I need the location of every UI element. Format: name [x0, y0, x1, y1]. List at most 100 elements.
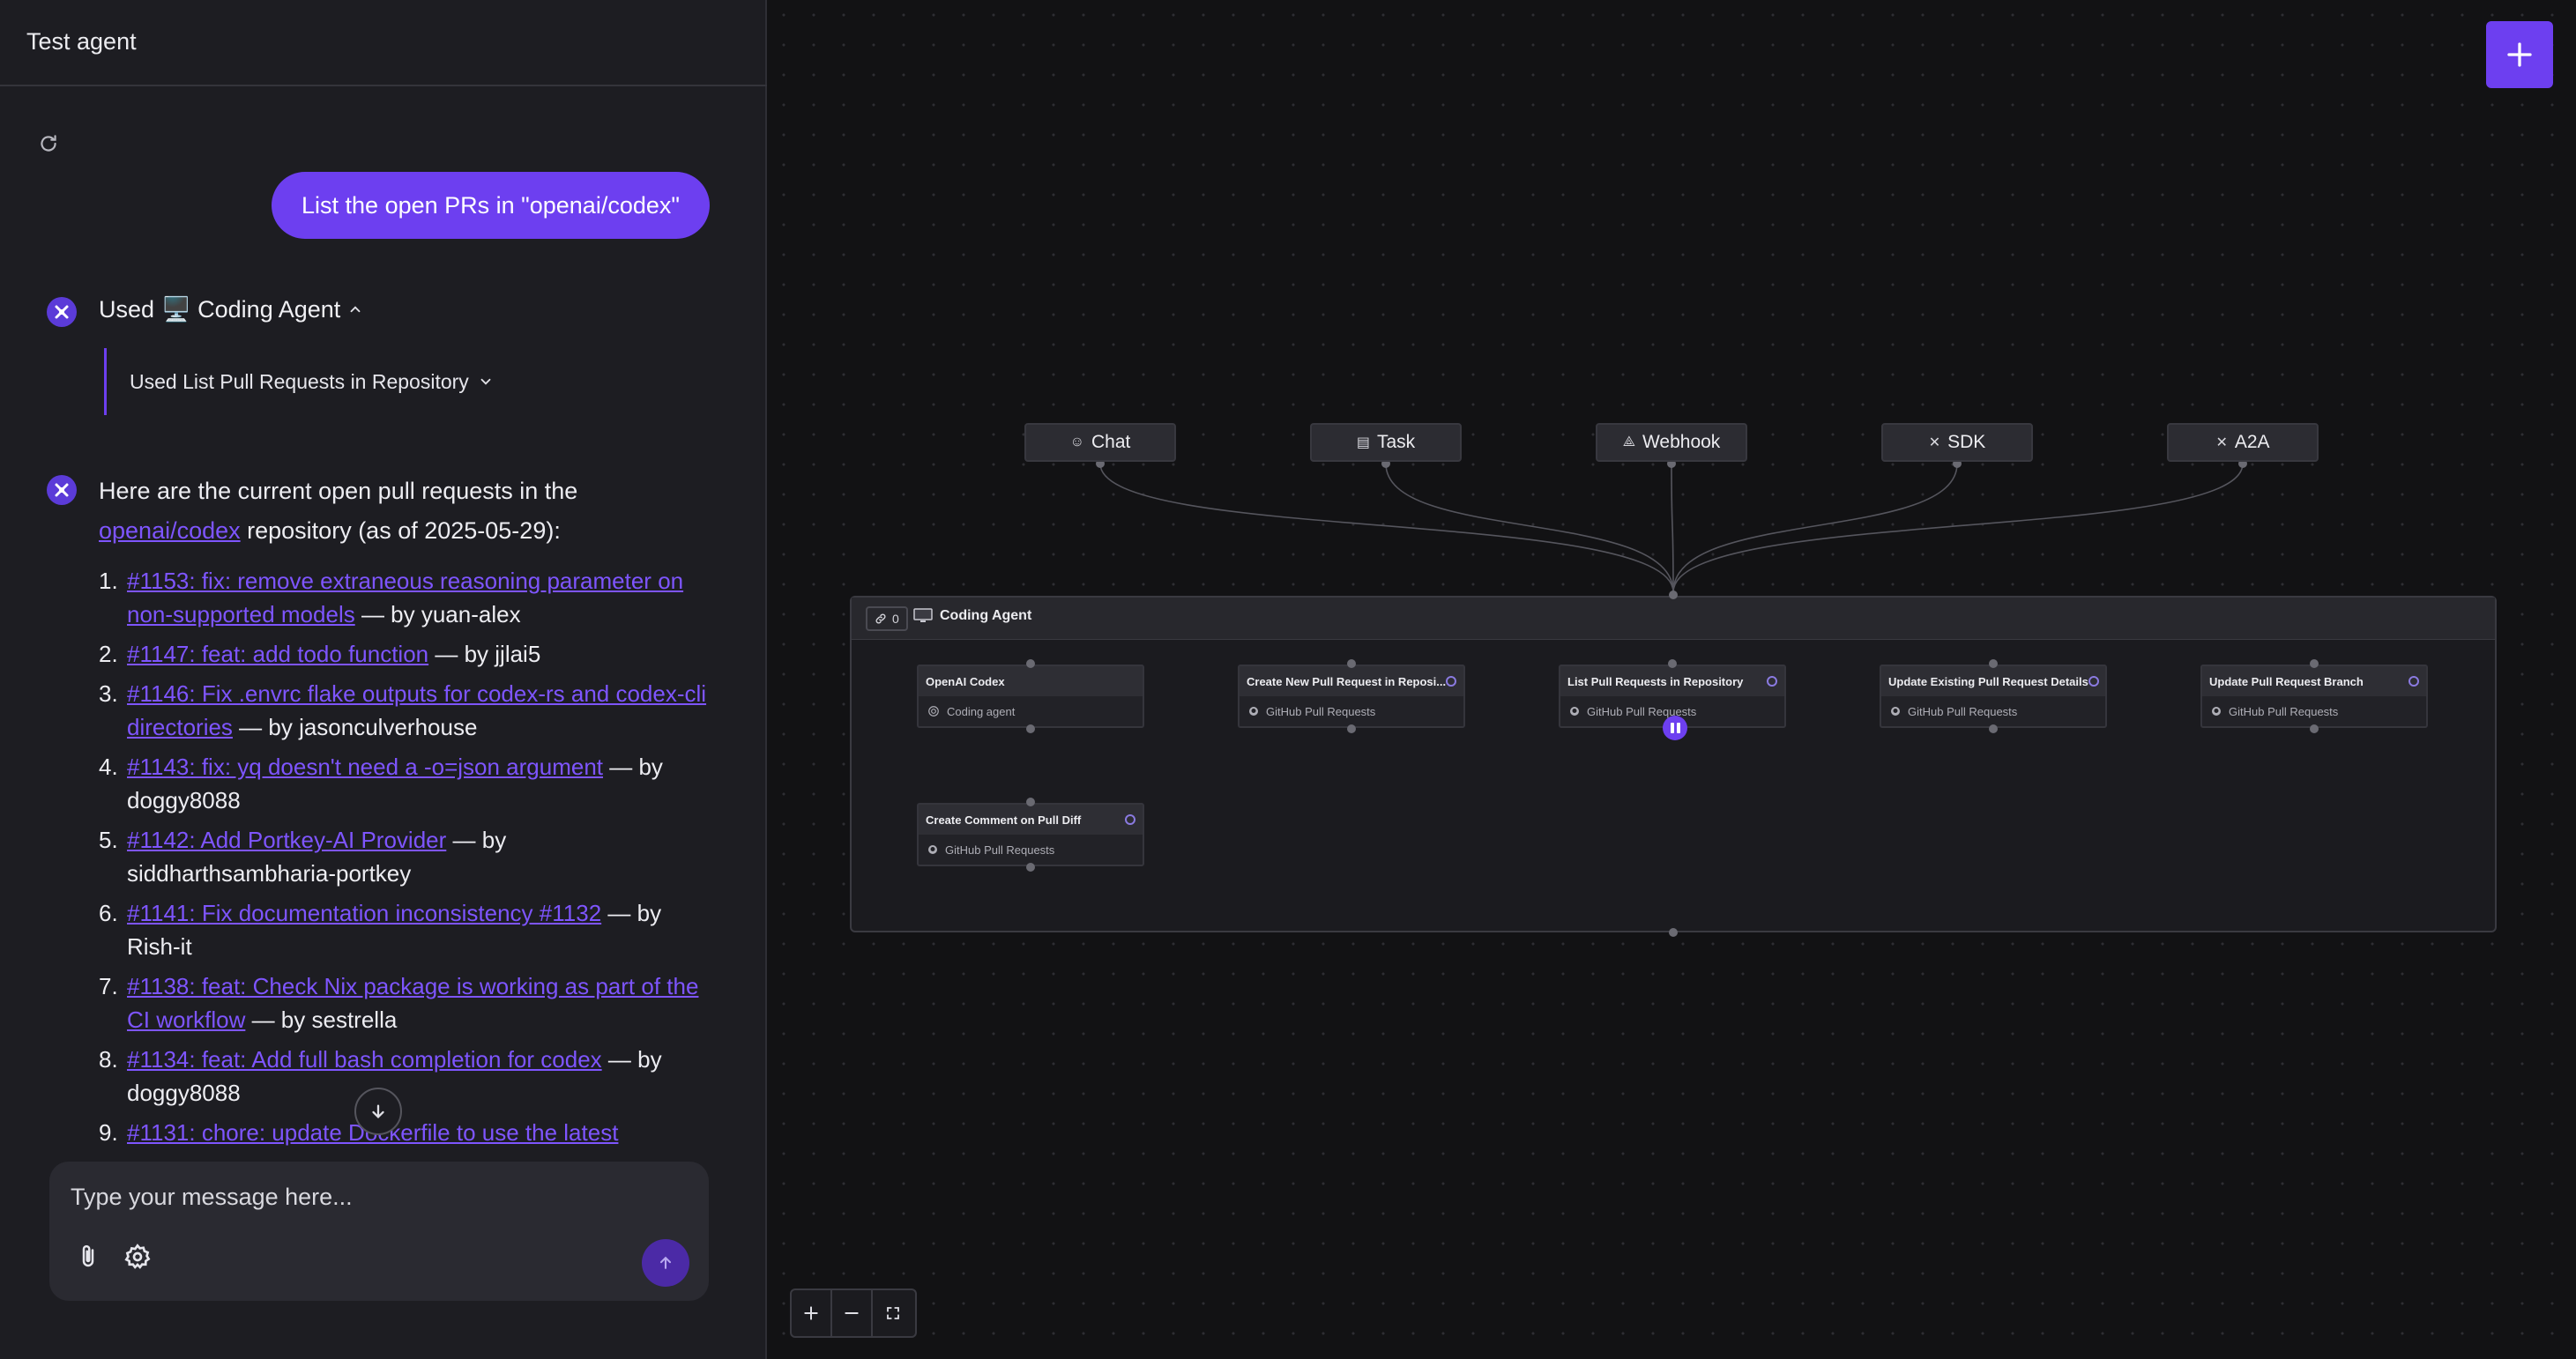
assistant-avatar-icon: [47, 475, 77, 505]
repo-link[interactable]: openai/codex: [99, 517, 241, 544]
trigger-a2a[interactable]: ✕ A2A: [2167, 423, 2319, 462]
tool-output-handle[interactable]: [1026, 863, 1035, 872]
workflow-canvas[interactable]: ☺ Chat ▤ Task ⟁ Webhook ✕ SDK ✕ A2A 0 Coding Agen…: [769, 0, 2576, 1359]
agent-node-title: Coding Agent: [913, 608, 1031, 624]
tool-node-title: OpenAI Codex: [926, 674, 1005, 688]
zoom-in-button[interactable]: [792, 1290, 832, 1336]
tool-node-header: Create Comment on Pull Diff: [919, 805, 1143, 835]
tool-node-title: Update Pull Request Branch: [2209, 674, 2364, 688]
sub-tool-usage-toggle[interactable]: Used List Pull Requests in Repository: [104, 348, 494, 415]
pull-request-link[interactable]: #1142: Add Portkey-AI Provider: [127, 827, 446, 853]
pull-request-link[interactable]: #1138: feat: Check Nix package is workin…: [127, 973, 698, 1033]
tool-node[interactable]: Create New Pull Request in Reposi... GitH…: [1238, 665, 1465, 728]
send-button[interactable]: [642, 1239, 689, 1287]
tool-output-handle[interactable]: [1347, 724, 1356, 733]
agent-input-handle[interactable]: [1669, 590, 1678, 599]
pull-request-author: — by yuan-alex: [354, 601, 521, 628]
tool-input-handle[interactable]: [1989, 659, 1998, 668]
tool-settings-icon[interactable]: [1125, 814, 1135, 825]
chat-panel: Test agent List the open PRs in "openai/…: [0, 0, 767, 1359]
pull-request-item: 7. #1138: feat: Check Nix package is work…: [99, 969, 716, 1036]
message-input[interactable]: [71, 1179, 679, 1214]
pull-request-item: 2. #1147: feat: add todo function — by jj…: [99, 637, 716, 671]
pull-request-number: 3.: [99, 680, 118, 707]
tool-settings-icon[interactable]: [1767, 676, 1777, 687]
attach-button[interactable]: [71, 1239, 106, 1274]
gear-icon: [124, 1244, 151, 1269]
trigger-edge: [1099, 463, 1674, 593]
pull-request-author: — by jasonculverhouse: [232, 714, 478, 740]
tool-node[interactable]: Update Pull Request Branch GitHub Pull Re…: [2200, 665, 2428, 728]
tool-settings-icon[interactable]: [2408, 676, 2419, 687]
a2a-icon: ✕: [2215, 435, 2228, 450]
answer-intro: Here are the current open pull requests …: [99, 478, 578, 504]
tool-node-provider: GitHub Pull Requests: [919, 835, 1143, 865]
pull-request-item: 4. #1143: fix: yq doesn't need a -o=json …: [99, 750, 716, 817]
pull-request-link[interactable]: #1141: Fix documentation inconsistency #…: [127, 900, 601, 926]
link-icon: [875, 613, 886, 624]
tool-node-title: List Pull Requests in Repository: [1567, 674, 1744, 688]
tool-usage-toggle[interactable]: Used 🖥️ Coding Agent: [99, 295, 363, 323]
pull-request-link[interactable]: #1143: fix: yq doesn't need a -o=json ar…: [127, 754, 603, 780]
settings-button[interactable]: [120, 1239, 155, 1274]
tool-input-handle[interactable]: [1668, 659, 1677, 668]
minus-icon: [845, 1312, 859, 1314]
tool-node-title: Create New Pull Request in Reposi...: [1247, 674, 1447, 688]
agent-link-count[interactable]: 0: [866, 606, 908, 631]
scroll-to-bottom-button[interactable]: [354, 1088, 402, 1135]
trigger-webhook[interactable]: ⟁ Webhook: [1596, 423, 1747, 462]
user-message-bubble: List the open PRs in "openai/codex": [272, 172, 710, 239]
refresh-icon[interactable]: [37, 132, 60, 155]
agent-output-handle[interactable]: [1669, 928, 1678, 937]
tool-node-header: Update Existing Pull Request Details: [1881, 666, 2105, 696]
tool-input-handle[interactable]: [1026, 798, 1035, 806]
sub-tool-usage-label: Used List Pull Requests in Repository: [130, 369, 469, 393]
agent-link-count-value: 0: [892, 612, 899, 626]
tool-node-header: Create New Pull Request in Reposi...: [1240, 666, 1463, 696]
arrow-up-icon: [659, 1256, 672, 1269]
github-icon: [1249, 707, 1258, 716]
tool-node-provider: GitHub Pull Requests: [2202, 696, 2426, 726]
github-icon: [1570, 707, 1579, 716]
trigger-sdk[interactable]: ✕ SDK: [1881, 423, 2033, 462]
pull-request-list: 1. #1153: fix: remove extraneous reasonin…: [99, 564, 716, 1146]
paperclip-icon: [82, 1244, 94, 1267]
calendar-icon: ▤: [1356, 435, 1370, 450]
tool-node[interactable]: OpenAI Codex Coding agent: [917, 665, 1144, 728]
tool-settings-icon[interactable]: [2088, 676, 2099, 687]
pause-icon[interactable]: [1663, 716, 1687, 740]
tool-input-handle[interactable]: [1026, 659, 1035, 668]
zoom-out-button[interactable]: [832, 1290, 873, 1336]
tool-output-handle[interactable]: [1026, 724, 1035, 733]
tool-settings-icon[interactable]: [1446, 676, 1457, 687]
tool-output-handle[interactable]: [1989, 724, 1998, 733]
pull-request-number: 2.: [99, 641, 118, 667]
pull-request-link[interactable]: #1147: feat: add todo function: [127, 641, 428, 667]
openai-icon: [928, 706, 939, 717]
assistant-avatar-icon: [47, 297, 77, 327]
pull-request-item: 6. #1141: Fix documentation inconsistency…: [99, 896, 716, 963]
trigger-label: A2A: [2234, 432, 2270, 452]
tool-input-handle[interactable]: [1347, 659, 1356, 668]
tool-usage-prefix: Used: [99, 295, 155, 323]
tool-node[interactable]: Create Comment on Pull Diff GitHub Pull R…: [917, 803, 1144, 866]
pull-request-number: 4.: [99, 754, 118, 780]
pull-request-body: #1138: feat: Check Nix package is workin…: [127, 969, 716, 1036]
pull-request-number: 9.: [99, 1119, 118, 1146]
pull-request-number: 1.: [99, 568, 118, 594]
pull-request-link[interactable]: #1134: feat: Add full bash completion fo…: [127, 1046, 602, 1073]
chevron-up-icon: [350, 306, 361, 313]
pull-request-author: — by jjlai5: [428, 641, 541, 667]
fullscreen-icon: [887, 1307, 899, 1319]
tool-node[interactable]: Update Existing Pull Request Details GitH…: [1880, 665, 2107, 728]
agent-node[interactable]: 0 Coding Agent: [850, 596, 2497, 932]
tool-output-handle[interactable]: [2310, 724, 2319, 733]
fit-view-button[interactable]: [873, 1290, 913, 1336]
pull-request-number: 8.: [99, 1046, 118, 1073]
pull-request-body: #1141: Fix documentation inconsistency #…: [127, 896, 716, 963]
trigger-edge: [1672, 463, 2244, 593]
tool-input-handle[interactable]: [2310, 659, 2319, 668]
trigger-chat[interactable]: ☺ Chat: [1024, 423, 1176, 462]
trigger-edge: [1385, 463, 1674, 593]
trigger-task[interactable]: ▤ Task: [1310, 423, 1462, 462]
